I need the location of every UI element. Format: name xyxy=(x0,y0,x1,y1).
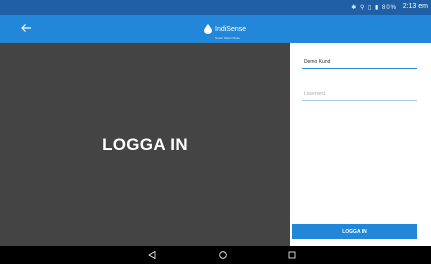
water-drop-icon xyxy=(204,24,212,34)
username-field[interactable] xyxy=(302,55,417,69)
nav-home-icon[interactable] xyxy=(217,249,229,261)
back-arrow-icon[interactable] xyxy=(20,22,34,36)
app-logo: IndiSense Smart Water Meter xyxy=(204,22,247,40)
status-icons: ✱ ⚲ ▯ ▮ 80% xyxy=(351,5,397,11)
logo-subtext: Smart Water Meter xyxy=(215,36,241,40)
nav-recents-icon[interactable] xyxy=(286,249,298,261)
password-field[interactable] xyxy=(302,87,417,101)
status-clock: 2:13 em xyxy=(402,3,428,10)
navigation-bar xyxy=(0,246,431,264)
logo-text: IndiSense xyxy=(215,26,247,33)
login-form: LOGGA IN xyxy=(290,43,431,246)
left-panel: LOGGA IN xyxy=(0,43,290,246)
nav-back-icon[interactable] xyxy=(146,249,158,261)
status-bar: ✱ ⚲ ▯ ▮ 80% 2:13 em xyxy=(0,0,431,15)
app-bar: IndiSense Smart Water Meter xyxy=(0,15,431,43)
login-heading: LOGGA IN xyxy=(102,135,188,154)
login-button[interactable]: LOGGA IN xyxy=(292,224,417,239)
